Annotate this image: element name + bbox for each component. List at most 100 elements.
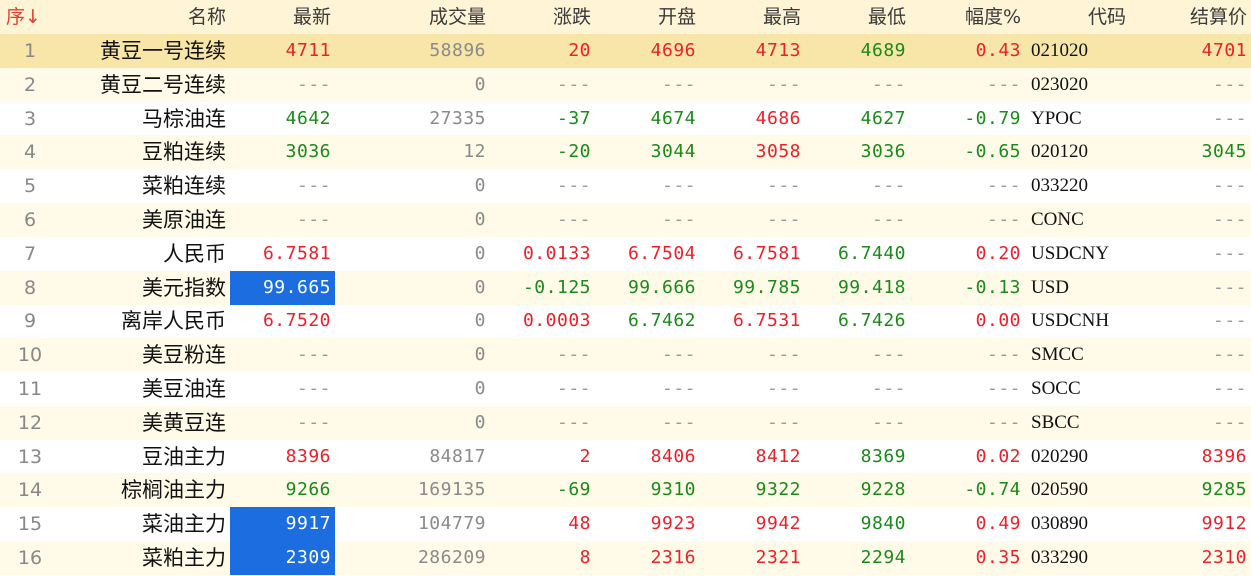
table-row[interactable]: 8 美元指数 99.665 0 -0.125 99.666 99.785 99.418 -0.1… xyxy=(0,270,1251,305)
range-percent: --- xyxy=(986,175,1021,197)
row-index: 9 xyxy=(23,310,37,333)
table-row[interactable]: 1 黄豆一号连续 4711 58896 20 4696 4713 4689 0.43 021020… xyxy=(0,34,1251,68)
latest-price: --- xyxy=(296,73,331,95)
instrument-code: USDCNY xyxy=(1031,242,1110,264)
range-percent: --- xyxy=(986,73,1021,95)
change: -0.125 xyxy=(522,276,591,298)
col-header-high[interactable]: 最高 xyxy=(700,0,805,34)
col-header-low[interactable]: 最低 xyxy=(805,0,910,34)
col-header-name[interactable]: 名称 xyxy=(60,0,230,34)
open-price: 6.7462 xyxy=(627,310,696,332)
row-index: 12 xyxy=(17,411,43,434)
open-price: 8406 xyxy=(650,445,696,467)
row-index: 13 xyxy=(17,445,43,468)
latest-price: --- xyxy=(296,344,331,366)
open-price: --- xyxy=(661,73,696,95)
change: 2 xyxy=(579,445,591,467)
col-header-change[interactable]: 涨跌 xyxy=(490,0,595,34)
volume: 104779 xyxy=(417,513,486,535)
open-price: 3044 xyxy=(650,141,696,163)
low-price: 9840 xyxy=(860,513,906,535)
change: 0.0133 xyxy=(522,242,591,264)
high-price: --- xyxy=(766,175,801,197)
open-price: 2316 xyxy=(650,547,696,568)
row-index: 11 xyxy=(17,378,43,400)
col-header-range[interactable]: 幅度% xyxy=(910,0,1025,34)
col-header-volume[interactable]: 成交量 xyxy=(335,0,490,34)
volume: 0 xyxy=(474,378,486,399)
change: --- xyxy=(556,209,591,230)
settle-price: 2310 xyxy=(1201,547,1247,568)
low-price: --- xyxy=(871,344,906,366)
high-price: 2321 xyxy=(755,547,801,568)
table-row[interactable]: 3 马棕油连 4642 27335 -37 4674 4686 4627 -0.79 YPOC --… xyxy=(0,102,1251,136)
table-header: 序↓ 名称 最新 成交量 涨跌 开盘 最高 最低 幅度% 代码 结算价 xyxy=(0,0,1251,34)
row-index: 16 xyxy=(17,547,43,569)
instrument-code: SBCC xyxy=(1031,411,1080,433)
range-percent: -0.79 xyxy=(964,107,1021,129)
volume: 0 xyxy=(474,73,486,95)
table-row[interactable]: 2 黄豆二号连续 --- 0 --- --- --- --- --- 023020 --- xyxy=(0,67,1251,102)
table-row[interactable]: 4 豆粕连续 3036 12 -20 3044 3058 3036 -0.65 020120 304… xyxy=(0,135,1251,170)
change: 20 xyxy=(568,40,591,61)
table-row[interactable]: 15 菜油主力 9917 104779 48 9923 9942 9840 0.49 030890… xyxy=(0,507,1251,542)
high-price: 8412 xyxy=(755,445,801,467)
sort-index-header[interactable]: 序↓ xyxy=(0,0,60,34)
change: --- xyxy=(556,344,591,366)
change: --- xyxy=(556,73,591,95)
row-index: 15 xyxy=(17,513,43,536)
table-row[interactable]: 10 美豆粉连 --- 0 --- --- --- --- --- SMCC --- xyxy=(0,338,1251,373)
col-header-settle[interactable]: 结算价 xyxy=(1140,0,1251,34)
low-price: 99.418 xyxy=(837,276,906,298)
latest-price: 9917 xyxy=(230,507,335,542)
volume: 0 xyxy=(474,242,486,264)
change: --- xyxy=(556,378,591,399)
settle-price: 9912 xyxy=(1201,513,1247,535)
instrument-name: 美豆粉连 xyxy=(142,343,226,368)
high-price: 6.7531 xyxy=(732,310,801,332)
table-row[interactable]: 14 棕榈油主力 9266 169135 -69 9310 9322 9228 -0.74 020… xyxy=(0,473,1251,508)
high-price: --- xyxy=(766,378,801,399)
col-header-open[interactable]: 开盘 xyxy=(595,0,700,34)
table-row[interactable]: 11 美豆油连 --- 0 --- --- --- --- --- SOCC --- xyxy=(0,372,1251,406)
volume: 286209 xyxy=(417,547,486,568)
instrument-name: 美元指数 xyxy=(142,275,226,300)
low-price: 4627 xyxy=(860,107,906,129)
change: -20 xyxy=(556,141,591,163)
settle-price: 9285 xyxy=(1201,479,1247,501)
latest-price: --- xyxy=(296,209,331,230)
table-row[interactable]: 13 豆油主力 8396 84817 2 8406 8412 8369 0.02 020290 83… xyxy=(0,440,1251,474)
open-price: 99.666 xyxy=(627,276,696,298)
open-price: --- xyxy=(661,344,696,366)
latest-price: 2309 xyxy=(230,541,335,575)
high-price: --- xyxy=(766,73,801,95)
table-row[interactable]: 7 人民币 6.7581 0 0.0133 6.7504 6.7581 6.7440 0.20 U… xyxy=(0,237,1251,271)
table-row[interactable]: 9 离岸人民币 6.7520 0 0.0003 6.7462 6.7531 6.7426 0.0… xyxy=(0,304,1251,338)
table-row[interactable]: 12 美黄豆连 --- 0 --- --- --- --- --- SBCC --- xyxy=(0,405,1251,440)
instrument-name: 菜粕连续 xyxy=(142,174,226,199)
row-index: 6 xyxy=(23,209,37,231)
instrument-name: 豆油主力 xyxy=(142,444,226,469)
settle-price: --- xyxy=(1212,107,1247,129)
range-percent: 0.43 xyxy=(975,40,1021,61)
volume: 0 xyxy=(474,175,486,197)
table-row[interactable]: 5 菜粕连续 --- 0 --- --- --- --- --- 033220 --- xyxy=(0,169,1251,203)
table-row[interactable]: 6 美原油连 --- 0 --- --- --- --- --- CONC --- xyxy=(0,203,1251,237)
row-index: 3 xyxy=(23,107,37,130)
table-row[interactable]: 16 菜粕主力 2309 286209 8 2316 2321 2294 0.35 033290 2… xyxy=(0,541,1251,575)
latest-price: --- xyxy=(296,175,331,197)
latest-price: 6.7581 xyxy=(262,242,331,264)
low-price: 9228 xyxy=(860,479,906,501)
open-price: 4696 xyxy=(650,40,696,61)
high-price: 99.785 xyxy=(732,276,801,298)
instrument-name: 棕榈油主力 xyxy=(121,478,226,503)
range-percent: 0.02 xyxy=(975,445,1021,467)
col-header-code[interactable]: 代码 xyxy=(1025,0,1140,34)
change: 8 xyxy=(579,547,591,568)
range-percent: -0.74 xyxy=(964,479,1021,501)
change: --- xyxy=(556,411,591,433)
instrument-code: 020290 xyxy=(1031,445,1088,467)
instrument-name: 菜油主力 xyxy=(142,512,226,537)
col-header-latest[interactable]: 最新 xyxy=(230,0,335,34)
settle-price: --- xyxy=(1212,175,1247,197)
